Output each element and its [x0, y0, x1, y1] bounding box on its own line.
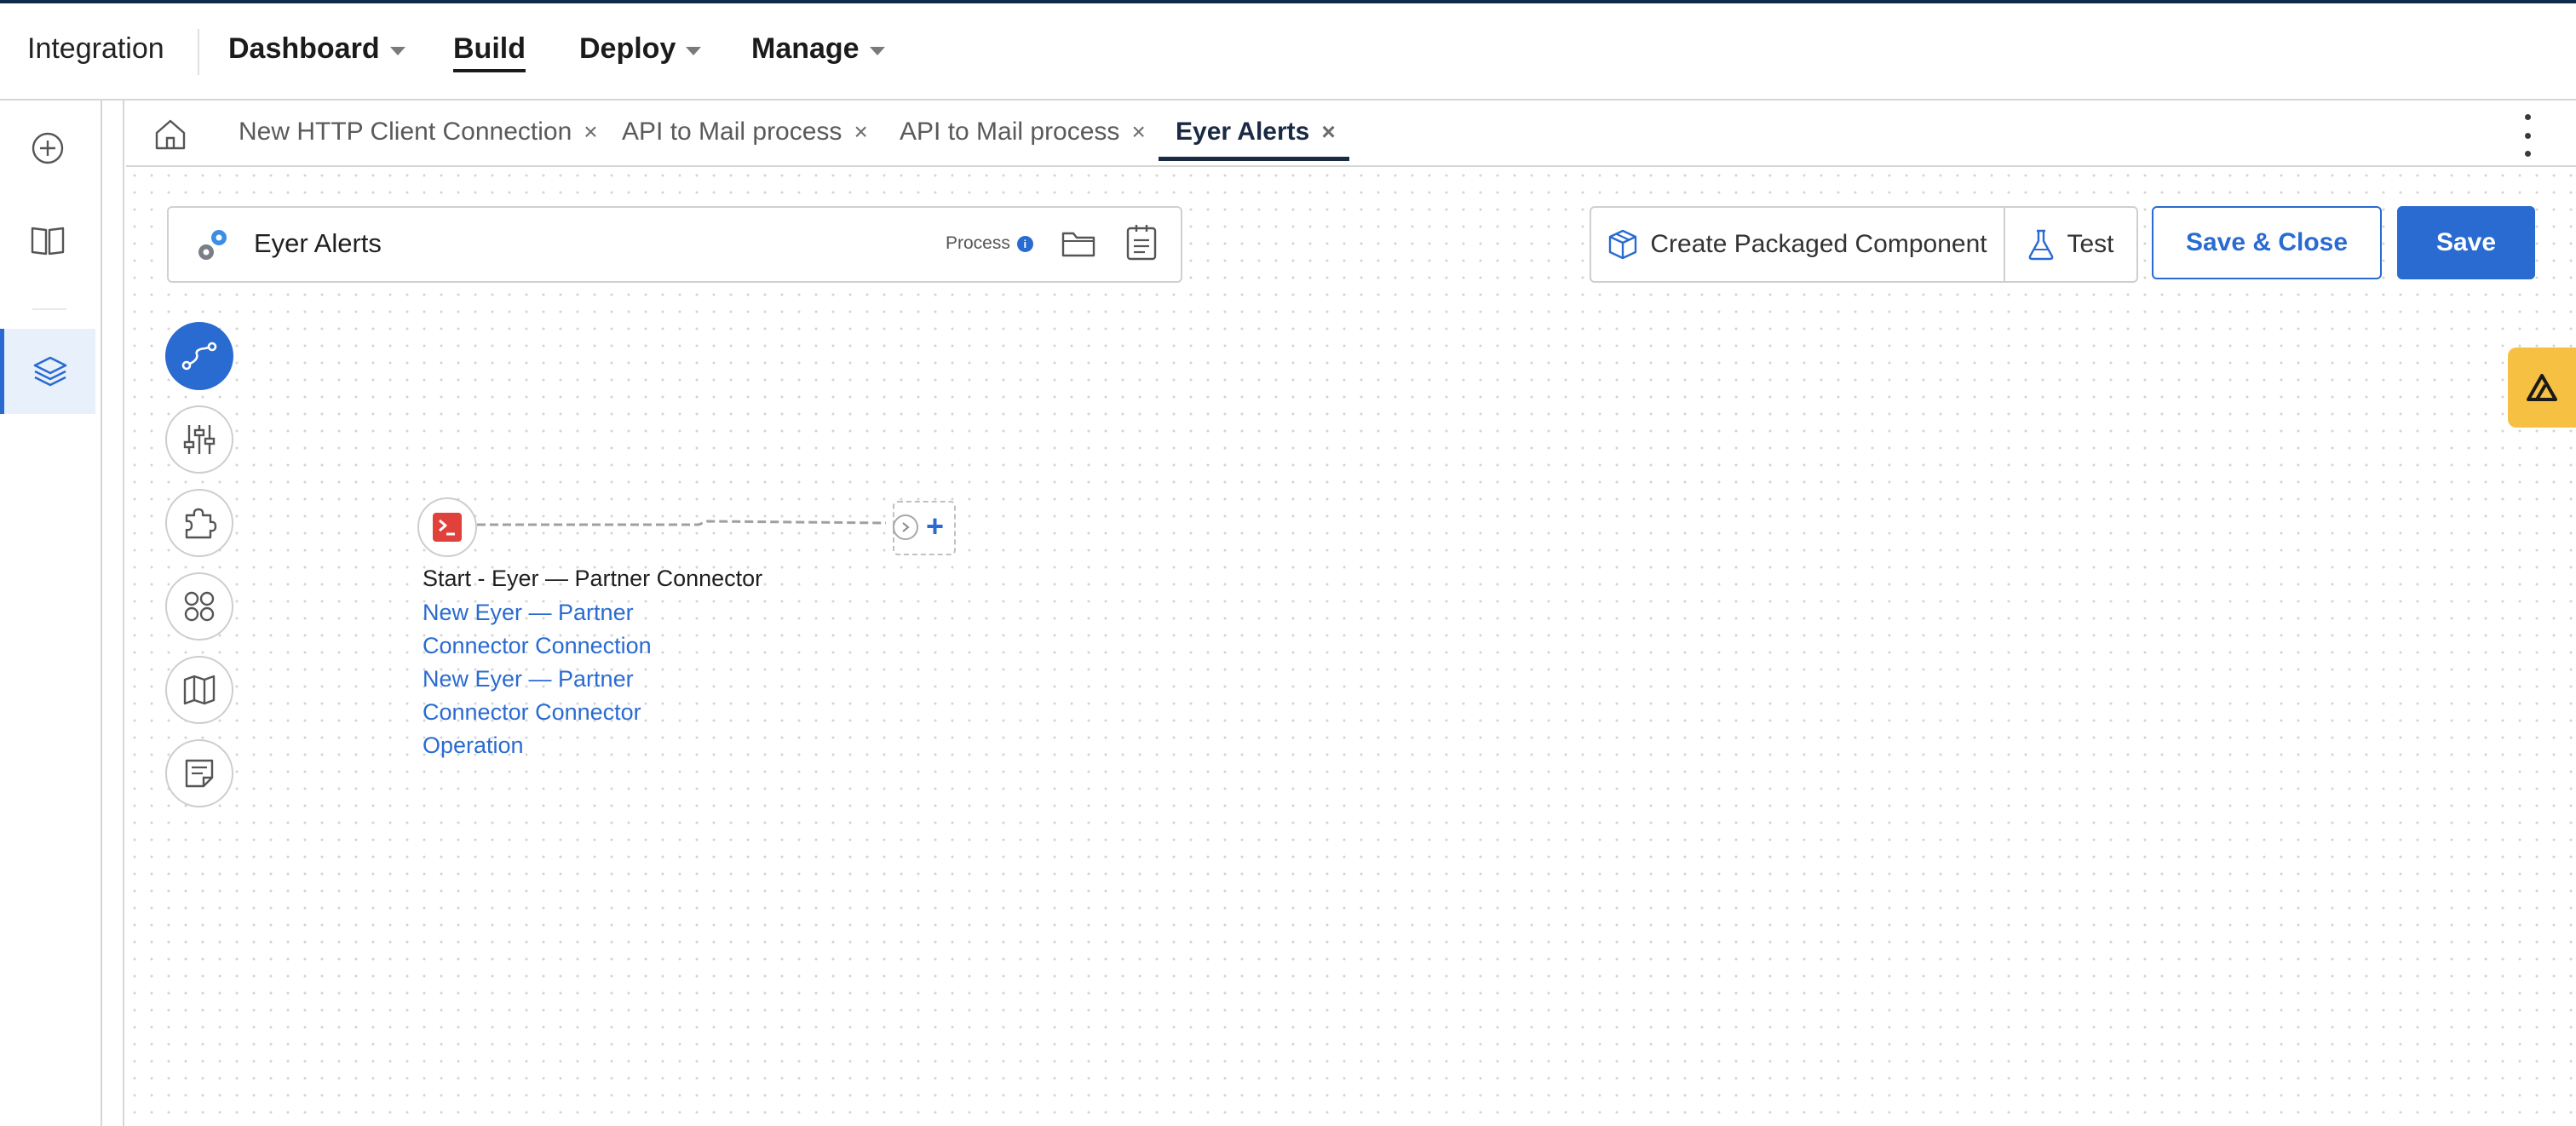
- connector-terminal-icon: [433, 513, 462, 542]
- start-shape[interactable]: [417, 497, 477, 557]
- tab-eyer-alerts[interactable]: Eyer Alerts ×: [1176, 118, 1336, 146]
- test-label: Test: [2067, 230, 2114, 258]
- plus-icon: +: [925, 508, 944, 543]
- palette-notes-button[interactable]: [165, 739, 233, 807]
- map-icon: [183, 675, 216, 705]
- chevron-right-icon: [893, 514, 918, 540]
- action-button-group: Create Packaged Component Test: [1590, 206, 2138, 283]
- close-icon[interactable]: ×: [1321, 118, 1335, 146]
- flask-icon: [2029, 229, 2054, 261]
- assistant-tab[interactable]: [2508, 348, 2576, 428]
- package-icon: [1609, 229, 1637, 260]
- connection-link[interactable]: New Eyer — Partner: [423, 600, 634, 626]
- close-icon[interactable]: ×: [1131, 118, 1145, 146]
- connection-link[interactable]: Connector Connection: [423, 633, 652, 659]
- create-packaged-component-label: Create Packaged Component: [1650, 230, 1987, 258]
- palette-map-button[interactable]: [165, 656, 233, 724]
- test-button[interactable]: Test: [2005, 208, 2136, 281]
- tab-label: Eyer Alerts: [1176, 118, 1310, 146]
- folder-icon[interactable]: [1060, 227, 1097, 261]
- add-shape-button[interactable]: +: [893, 501, 956, 555]
- operation-link[interactable]: New Eyer — Partner: [423, 666, 634, 692]
- active-tab-indicator: [1159, 157, 1349, 161]
- notes-icon: [185, 759, 214, 788]
- description-icon[interactable]: [1124, 223, 1159, 262]
- start-shape-title: Start - Eyer — Partner Connector: [423, 566, 763, 591]
- more-options-icon[interactable]: [2523, 114, 2532, 157]
- assistant-logo-icon: [2527, 374, 2557, 401]
- save-and-close-button[interactable]: Save & Close: [2152, 206, 2382, 279]
- save-button[interactable]: Save: [2397, 206, 2535, 279]
- operation-link[interactable]: Connector Connector: [423, 699, 641, 726]
- flow-connector-line: [477, 520, 887, 526]
- create-packaged-component-button[interactable]: Create Packaged Component: [1591, 208, 2004, 281]
- operation-link[interactable]: Operation: [423, 732, 524, 759]
